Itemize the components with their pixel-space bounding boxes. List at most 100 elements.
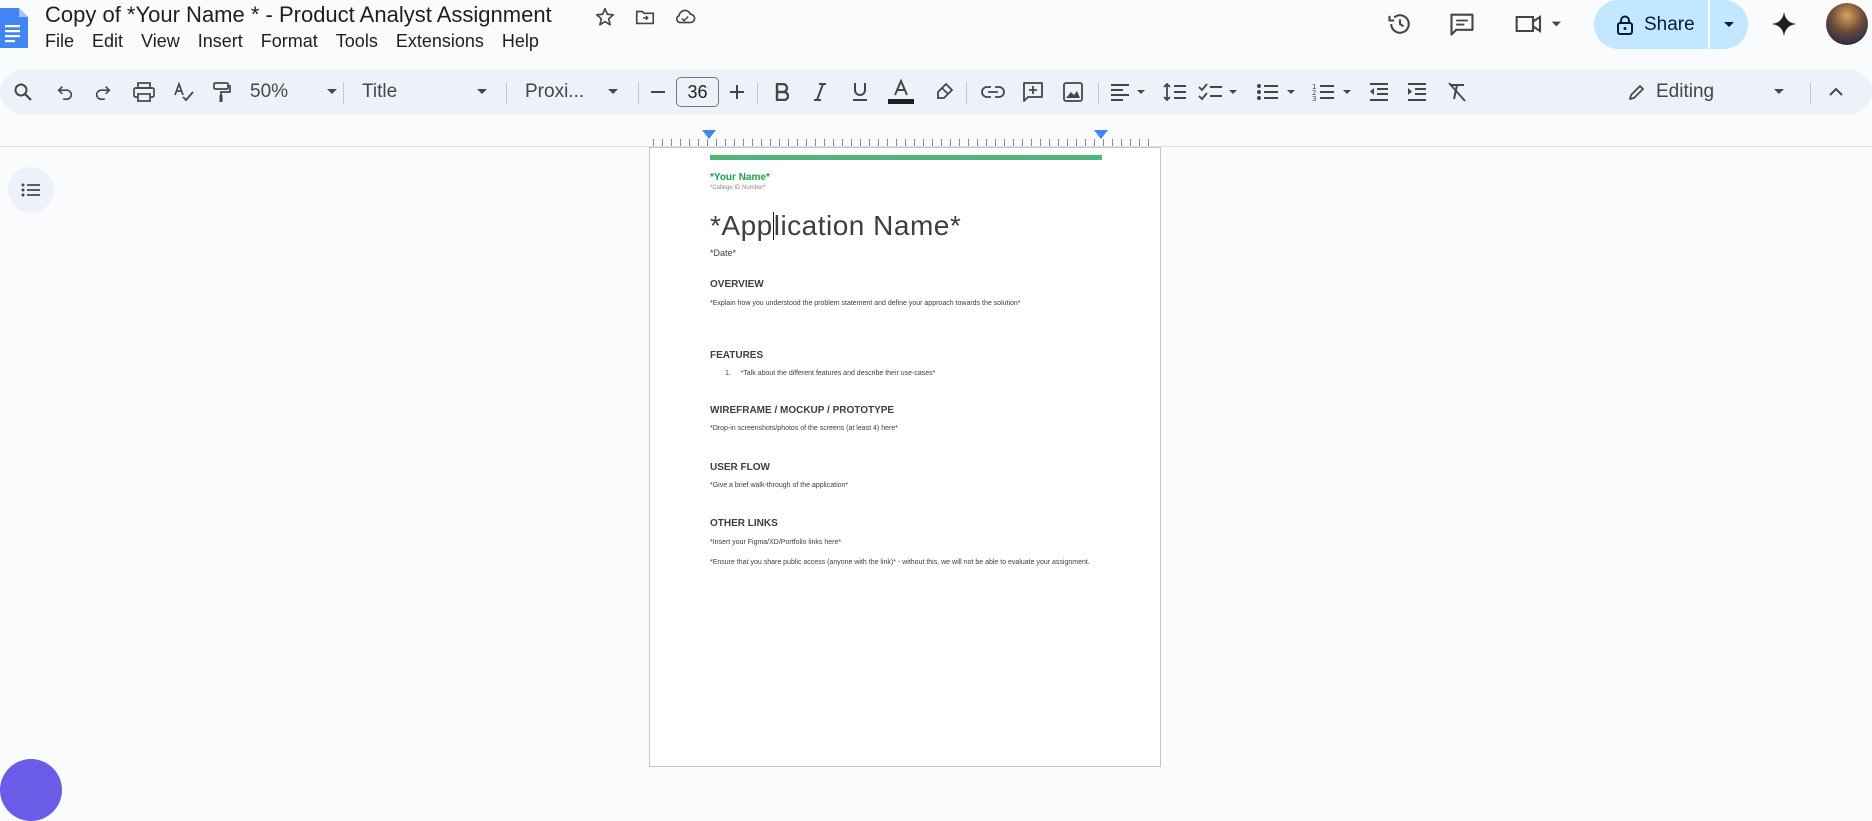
- font-family-value: Proxi...: [525, 81, 585, 102]
- outline-list-icon: [21, 183, 40, 197]
- account-avatar[interactable]: [1826, 3, 1868, 45]
- bold-icon[interactable]: [770, 70, 794, 114]
- overview-heading[interactable]: OVERVIEW: [710, 279, 764, 290]
- toolbar-divider: [506, 82, 507, 104]
- comments-icon[interactable]: [1446, 8, 1478, 40]
- line-spacing-icon[interactable]: [1160, 70, 1190, 114]
- menu-file[interactable]: File: [45, 31, 82, 52]
- move-folder-icon[interactable]: [632, 4, 658, 30]
- toolbar-bottom-border: [0, 146, 1872, 147]
- decrease-indent-icon[interactable]: [1364, 70, 1394, 114]
- svg-text:3: 3: [1312, 95, 1316, 102]
- increase-indent-icon[interactable]: [1402, 70, 1432, 114]
- font-family-select[interactable]: Proxi...: [525, 70, 621, 114]
- floating-assistant-button[interactable]: [0, 759, 62, 821]
- font-size-input[interactable]: 36: [676, 77, 719, 107]
- text-color-icon[interactable]: [886, 70, 916, 114]
- gemini-sparkle-icon[interactable]: [1768, 8, 1800, 40]
- list-number: 1.: [725, 370, 731, 377]
- right-indent-marker[interactable]: [1094, 130, 1108, 139]
- share-dropdown-button[interactable]: [1710, 0, 1748, 49]
- editing-mode-select[interactable]: Editing: [1612, 74, 1797, 110]
- toolbar-divider: [966, 82, 967, 104]
- left-indent-marker[interactable]: [702, 130, 716, 139]
- college-id-text[interactable]: *College ID Number*: [710, 185, 766, 191]
- user-flow-body[interactable]: *Give a brief walk-through of the applic…: [710, 479, 1102, 493]
- meet-camera-icon[interactable]: [1512, 8, 1568, 40]
- bulleted-list-icon[interactable]: [1256, 70, 1300, 114]
- toolbar-divider: [343, 82, 344, 104]
- pencil-icon: [1629, 85, 1644, 100]
- version-history-icon[interactable]: [1384, 8, 1416, 40]
- undo-icon[interactable]: [52, 70, 78, 114]
- other-links-note[interactable]: *Ensure that you share public access (an…: [710, 556, 1102, 570]
- decrease-font-size-icon[interactable]: [648, 70, 668, 114]
- list-item-text: *Talk about the different features and d…: [740, 370, 936, 377]
- toolbar-divider: [1810, 82, 1811, 104]
- other-links-heading[interactable]: OTHER LINKS: [710, 518, 778, 529]
- your-name-text[interactable]: *Your Name*: [710, 172, 770, 183]
- lock-icon: [1617, 15, 1633, 35]
- menu-tools[interactable]: Tools: [336, 31, 386, 52]
- features-list-item[interactable]: 1. *Talk about the different features an…: [725, 370, 935, 377]
- print-icon[interactable]: [130, 70, 158, 114]
- document-page[interactable]: *Your Name* *College ID Number* *Applica…: [649, 148, 1161, 767]
- search-menus-icon[interactable]: [10, 70, 36, 114]
- menu-bar: File Edit View Insert Format Tools Exten…: [45, 31, 557, 52]
- insert-image-icon[interactable]: [1058, 70, 1088, 114]
- toolbar-divider: [638, 82, 639, 104]
- docs-logo-icon[interactable]: [0, 8, 28, 48]
- highlight-color-icon[interactable]: [930, 70, 958, 114]
- zoom-value: 50%: [250, 81, 289, 102]
- underline-icon[interactable]: [848, 70, 872, 114]
- menu-help[interactable]: Help: [502, 31, 547, 52]
- title-text-after-caret: lication Name*: [773, 210, 962, 241]
- title-text-before-caret: *App: [710, 210, 773, 241]
- document-title[interactable]: Copy of *Your Name * - Product Analyst A…: [45, 2, 552, 28]
- increase-font-size-icon[interactable]: [727, 70, 747, 114]
- toolbar-divider: [757, 82, 758, 104]
- share-button-group: Share: [1594, 0, 1748, 49]
- numbered-list-icon[interactable]: 123: [1312, 70, 1356, 114]
- insert-comment-icon[interactable]: [1018, 70, 1048, 114]
- top-bar: Copy of *Your Name * - Product Analyst A…: [0, 0, 1872, 60]
- application-name-title[interactable]: *Application Name*: [710, 210, 961, 242]
- redo-icon[interactable]: [90, 70, 116, 114]
- menu-view[interactable]: View: [141, 31, 188, 52]
- spelling-check-icon[interactable]: [170, 70, 198, 114]
- chevron-down-icon: [608, 89, 618, 94]
- user-flow-heading[interactable]: USER FLOW: [710, 462, 770, 473]
- wireframe-heading[interactable]: WIREFRAME / MOCKUP / PROTOTYPE: [710, 405, 894, 416]
- wireframe-body[interactable]: *Drop-in screenshots/photos of the scree…: [710, 422, 1102, 436]
- editing-mode-label: Editing: [1656, 81, 1715, 102]
- align-menu-icon[interactable]: [1108, 70, 1150, 114]
- checklist-icon[interactable]: [1198, 70, 1242, 114]
- paragraph-style-value: Title: [362, 81, 398, 102]
- paragraph-style-select[interactable]: Title: [362, 70, 490, 114]
- italic-icon[interactable]: [808, 70, 832, 114]
- menu-format[interactable]: Format: [261, 31, 326, 52]
- clear-formatting-icon[interactable]: [1442, 70, 1472, 114]
- toolbar-divider: [1098, 82, 1099, 104]
- menu-edit[interactable]: Edit: [92, 31, 131, 52]
- chevron-down-icon: [327, 89, 337, 94]
- document-outline-button[interactable]: [8, 167, 54, 213]
- date-text[interactable]: *Date*: [710, 248, 736, 258]
- chevron-down-icon: [477, 89, 487, 94]
- insert-link-icon[interactable]: [978, 70, 1008, 114]
- share-label: Share: [1644, 13, 1695, 35]
- menu-extensions[interactable]: Extensions: [396, 31, 492, 52]
- paint-format-icon[interactable]: [208, 70, 236, 114]
- zoom-select[interactable]: 50%: [250, 70, 340, 114]
- chevron-down-icon: [1774, 89, 1784, 94]
- star-icon[interactable]: [592, 4, 618, 30]
- menu-insert[interactable]: Insert: [198, 31, 251, 52]
- cloud-saved-icon[interactable]: [672, 4, 698, 30]
- hide-menus-chevron-up-icon[interactable]: [1822, 70, 1850, 114]
- features-heading[interactable]: FEATURES: [710, 350, 763, 361]
- overview-body[interactable]: *Explain how you understood the problem …: [710, 297, 1102, 311]
- other-links-body[interactable]: *Insert your Figma/XD/Portfolio links he…: [710, 536, 1102, 550]
- title-icons: [592, 4, 698, 30]
- share-button[interactable]: Share: [1594, 0, 1708, 49]
- chevron-down-icon: [1724, 21, 1734, 27]
